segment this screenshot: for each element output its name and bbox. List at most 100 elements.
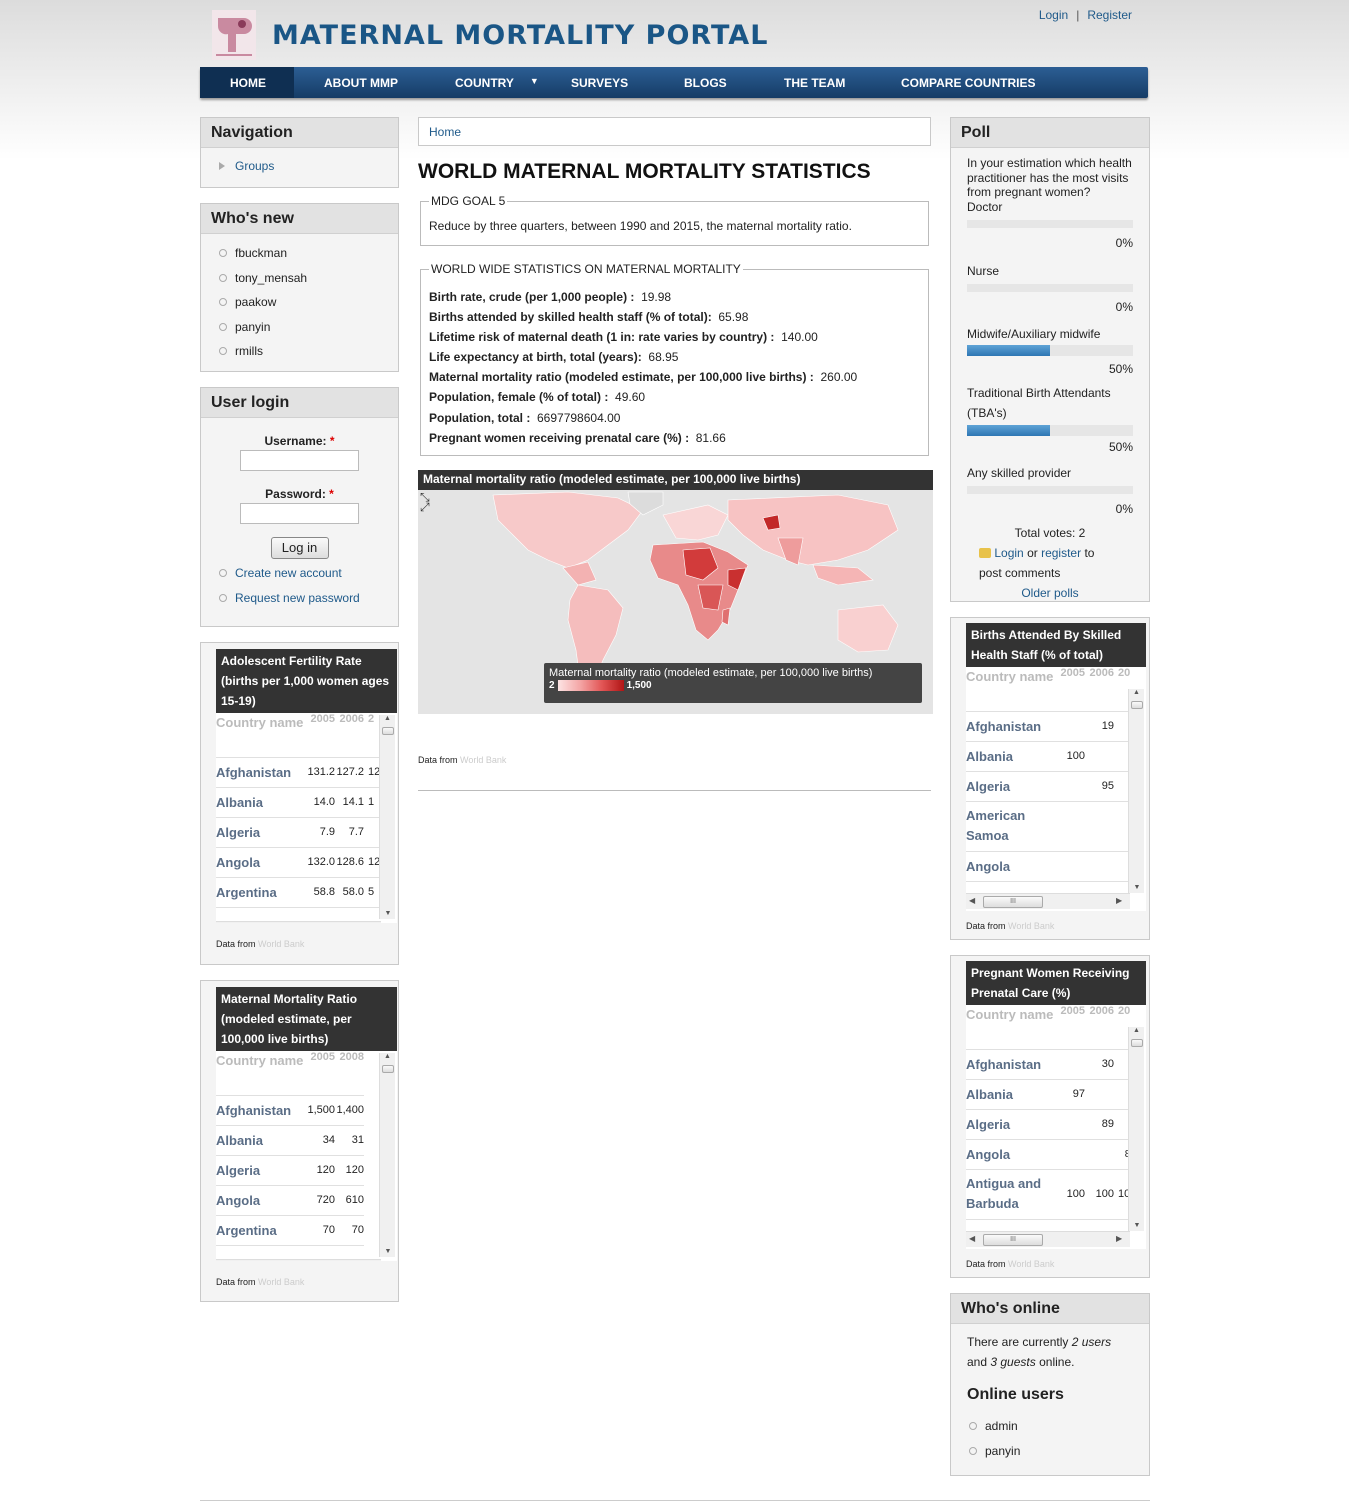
world-bank-link[interactable]: World Bank (258, 939, 304, 949)
country-cell[interactable]: Afghanistan (216, 1095, 306, 1126)
scroll-thumb[interactable] (382, 727, 394, 735)
horizontal-scrollbar[interactable]: ◀ III ▶ (966, 893, 1130, 909)
country-cell[interactable]: Argentina (216, 1215, 306, 1246)
scroll-left-icon[interactable]: ◀ (969, 896, 975, 905)
country-cell[interactable]: Algeria (966, 771, 1056, 802)
mmr-widget: Maternal Mortality Ratio (modeled estima… (200, 980, 399, 1302)
country-cell[interactable]: Albania (966, 741, 1056, 772)
nav-team[interactable]: THE TEAM (754, 67, 875, 98)
map-region-europe[interactable] (662, 504, 729, 541)
nav-about[interactable]: ABOUT MMP (294, 67, 428, 98)
world-bank-link[interactable]: World Bank (1008, 1259, 1054, 1269)
nav-surveys[interactable]: SURVEYS (541, 67, 658, 98)
world-bank-link[interactable]: World Bank (1008, 921, 1054, 931)
value-cell (1056, 711, 1085, 742)
data-table: Country name 2005 2006 20 Afghanistan 19 Alb… (966, 667, 1131, 882)
scroll-thumb[interactable] (1131, 1039, 1143, 1047)
scroll-thumb[interactable] (382, 1065, 394, 1073)
table-row: Argentina 58.8 58.0 5 (216, 877, 393, 908)
site-header: MATERNAL MORTALITY PORTAL Login | Register (200, 0, 1150, 66)
username-input[interactable] (240, 450, 359, 471)
breadcrumb-home[interactable]: Home (429, 125, 461, 139)
poll-register-link[interactable]: register (1041, 546, 1081, 560)
user-link[interactable]: fbuckman (217, 241, 398, 266)
country-cell[interactable]: Afghanistan (966, 1049, 1056, 1080)
country-cell[interactable]: Afghanistan (966, 711, 1056, 742)
horizontal-scrollbar[interactable]: ◀ III ▶ (216, 921, 381, 923)
scroll-right-icon[interactable]: ▶ (1116, 1234, 1122, 1243)
user-link[interactable]: tony_mensah (217, 266, 398, 291)
country-cell[interactable]: Algeria (216, 817, 306, 848)
password-label: Password: * (201, 487, 398, 501)
online-user-link[interactable]: admin (967, 1414, 1149, 1439)
country-cell[interactable]: Angola (216, 1185, 306, 1216)
scroll-down-icon[interactable]: ▼ (380, 1248, 396, 1255)
horizontal-scrollbar[interactable]: ◀ III ▶ (966, 1231, 1130, 1247)
scroll-thumb[interactable] (1131, 701, 1143, 709)
scroll-down-icon[interactable]: ▼ (1129, 884, 1145, 891)
request-password-link[interactable]: Request new password (217, 586, 398, 611)
login-link[interactable]: Login (1031, 8, 1076, 22)
site-name[interactable]: MATERNAL MORTALITY PORTAL (272, 20, 768, 51)
scroll-up-icon[interactable]: ▲ (1129, 689, 1144, 696)
country-cell[interactable]: Albania (966, 1079, 1056, 1110)
country-cell[interactable]: Antigua and Barbuda (966, 1169, 1056, 1220)
country-cell[interactable]: Albania (216, 787, 306, 818)
older-polls-link[interactable]: Older polls (967, 583, 1133, 603)
create-account-link[interactable]: Create new account (217, 561, 398, 586)
country-cell[interactable]: Argentina (216, 877, 306, 908)
vertical-scrollbar[interactable]: ▲ ▼ (1128, 1027, 1144, 1231)
poll-login-link[interactable]: Login (994, 546, 1023, 560)
map-region-southeast-asia[interactable] (812, 564, 874, 586)
map-region-australia[interactable] (837, 604, 899, 653)
user-link[interactable]: panyin (217, 315, 398, 340)
country-cell[interactable]: Albania (216, 1125, 306, 1156)
scroll-left-icon[interactable]: ◀ (969, 1234, 975, 1243)
country-cell[interactable]: Algeria (216, 1155, 306, 1186)
scroll-down-icon[interactable]: ▼ (1129, 1222, 1145, 1229)
user-link[interactable]: rmills (217, 339, 398, 364)
country-cell[interactable]: Angola (966, 851, 1056, 882)
user-link[interactable]: paakow (217, 290, 398, 315)
login-button[interactable]: Log in (270, 537, 329, 559)
map-region-asia[interactable] (727, 494, 899, 566)
nav-groups[interactable]: Groups (217, 154, 398, 179)
country-cell[interactable]: American Samoa (966, 801, 1056, 852)
stat-label: Maternal mortality ratio (modeled estima… (429, 370, 814, 385)
online-guests-count: 3 guests (990, 1355, 1036, 1369)
scroll-thumb[interactable]: III (983, 1234, 1043, 1246)
vertical-scrollbar[interactable]: ▲ ▼ (379, 715, 395, 919)
country-cell[interactable]: Angola (966, 1139, 1056, 1170)
scroll-up-icon[interactable]: ▲ (1129, 1027, 1144, 1034)
nav-home[interactable]: HOME (200, 67, 294, 98)
data-from-label: Data from (216, 939, 256, 949)
poll-percent: 50% (1108, 362, 1133, 376)
vertical-scrollbar[interactable]: ▲ ▼ (379, 1053, 395, 1257)
map-region-madagascar[interactable] (721, 607, 731, 626)
map-region-north-america[interactable] (492, 491, 644, 569)
data-table: Country name 2005 2006 2 Afghanistan 131.2 12… (216, 713, 393, 908)
scroll-up-icon[interactable]: ▲ (380, 715, 395, 722)
logo-icon[interactable] (212, 10, 256, 60)
scroll-right-icon[interactable]: ▶ (1116, 896, 1122, 905)
register-link[interactable]: Register (1079, 8, 1140, 22)
nav-blogs[interactable]: BLOGS (654, 67, 757, 98)
scroll-thumb[interactable]: III (983, 896, 1043, 908)
online-user-link[interactable]: panyin (967, 1439, 1149, 1464)
nav-compare[interactable]: COMPARE COUNTRIES (871, 67, 1065, 98)
poll-option-label: Traditional Birth Attendants (TBA's) (967, 385, 1111, 420)
horizontal-scrollbar[interactable]: ◀ III ▶ (216, 1259, 381, 1261)
world-bank-link[interactable]: World Bank (258, 1277, 304, 1287)
world-bank-link[interactable]: World Bank (460, 755, 506, 765)
country-cell[interactable]: Angola (216, 847, 306, 878)
scroll-up-icon[interactable]: ▲ (380, 1053, 395, 1060)
scroll-down-icon[interactable]: ▼ (380, 910, 396, 917)
country-cell[interactable]: Algeria (966, 1109, 1056, 1140)
world-map[interactable]: Maternal mortality ratio (modeled estima… (418, 470, 933, 714)
stat-value: 65.98 (718, 310, 749, 325)
country-cell[interactable]: Afghanistan (216, 757, 306, 788)
poll-bar-fill (967, 424, 1050, 436)
vertical-scrollbar[interactable]: ▲ ▼ (1128, 689, 1144, 893)
password-input[interactable] (240, 503, 359, 524)
nav-country[interactable]: COUNTRY ▼ (425, 67, 553, 98)
